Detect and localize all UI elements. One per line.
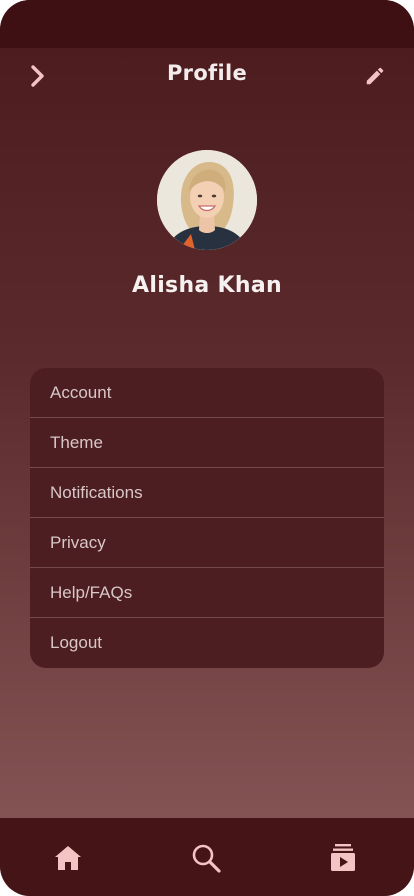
profile-screen: Profile Alisha Khan Account Theme Notifi… bbox=[0, 0, 414, 896]
menu-item-logout[interactable]: Logout bbox=[30, 618, 384, 668]
nav-search-button[interactable] bbox=[190, 842, 222, 874]
header: Profile bbox=[0, 48, 414, 104]
menu-item-privacy[interactable]: Privacy bbox=[30, 518, 384, 568]
status-bar bbox=[0, 0, 414, 48]
bottom-nav-bar bbox=[0, 818, 414, 896]
nav-home-button[interactable] bbox=[52, 842, 84, 874]
nav-library-button[interactable] bbox=[327, 842, 359, 874]
menu-item-notifications[interactable]: Notifications bbox=[30, 468, 384, 518]
settings-menu: Account Theme Notifications Privacy Help… bbox=[30, 368, 384, 668]
home-icon bbox=[55, 846, 81, 870]
menu-item-account[interactable]: Account bbox=[30, 368, 384, 418]
user-name: Alisha Khan bbox=[132, 273, 282, 298]
menu-item-theme[interactable]: Theme bbox=[30, 418, 384, 468]
avatar bbox=[157, 150, 257, 250]
menu-item-help-faqs[interactable]: Help/FAQs bbox=[30, 568, 384, 618]
search-icon bbox=[192, 844, 221, 873]
edit-button[interactable] bbox=[364, 65, 386, 87]
page-title: Profile bbox=[166, 61, 248, 85]
library-play-icon bbox=[331, 844, 355, 871]
profile-photo bbox=[157, 150, 257, 250]
pencil-icon bbox=[366, 67, 384, 85]
